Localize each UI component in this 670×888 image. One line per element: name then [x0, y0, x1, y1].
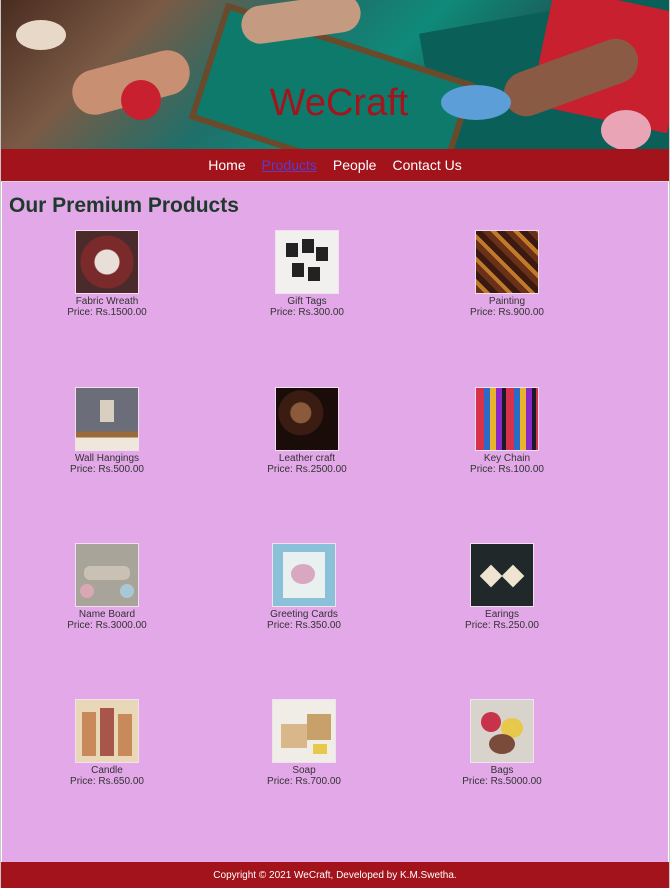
- product-price: Price: Rs.100.00: [470, 464, 544, 475]
- nav-home-link[interactable]: Home: [208, 157, 245, 173]
- leather-craft-image[interactable]: [275, 387, 339, 451]
- nav-products-link[interactable]: Products: [262, 157, 317, 173]
- soap-image[interactable]: [272, 699, 336, 763]
- product-card: Soap Price: Rs.700.00: [244, 699, 364, 787]
- product-card: Name Board Price: Rs.3000.00: [47, 543, 167, 631]
- products-section: Our Premium Products Fabric Wreath Price…: [2, 182, 668, 862]
- nav-contact-link[interactable]: Contact Us: [392, 157, 461, 173]
- product-card: Gift Tags Price: Rs.300.00: [247, 230, 367, 318]
- product-card: Candle Price: Rs.650.00: [47, 699, 167, 787]
- product-price: Price: Rs.900.00: [470, 307, 544, 318]
- nav-people-link[interactable]: People: [333, 157, 377, 173]
- product-price: Price: Rs.5000.00: [462, 776, 542, 787]
- product-price: Price: Rs.650.00: [70, 776, 144, 787]
- product-name: Soap: [292, 765, 316, 776]
- product-card: Key Chain Price: Rs.100.00: [447, 387, 567, 475]
- product-card: Leather craft Price: Rs.2500.00: [247, 387, 367, 475]
- product-name: Bags: [490, 765, 514, 776]
- product-price: Price: Rs.3000.00: [67, 620, 147, 631]
- product-name: Name Board: [78, 609, 136, 620]
- banner-paper-piece: [16, 20, 66, 50]
- earings-image[interactable]: [470, 543, 534, 607]
- bags-image[interactable]: [470, 699, 534, 763]
- product-name: Gift Tags: [287, 296, 327, 307]
- product-price: Price: Rs.700.00: [267, 776, 341, 787]
- product-card: Wall Hangings Price: Rs.500.00: [47, 387, 167, 475]
- product-card: Bags Price: Rs.5000.00: [442, 699, 562, 787]
- gift-tags-image[interactable]: [275, 230, 339, 294]
- product-price: Price: Rs.1500.00: [67, 307, 147, 318]
- site-title: WeCraft: [269, 82, 409, 124]
- product-name: Painting: [488, 296, 526, 307]
- product-name: Earings: [485, 609, 519, 620]
- candle-image[interactable]: [75, 699, 139, 763]
- main-nav: Home Products People Contact Us: [1, 149, 669, 182]
- product-name: Wall Hangings: [74, 453, 140, 464]
- product-card: Greeting Cards Price: Rs.350.00: [244, 543, 364, 631]
- wall-hangings-image[interactable]: [75, 387, 139, 451]
- product-name: Leather craft: [278, 453, 336, 464]
- product-price: Price: Rs.2500.00: [267, 464, 347, 475]
- product-price: Price: Rs.350.00: [267, 620, 341, 631]
- page-heading: Our Premium Products: [9, 194, 239, 217]
- footer-copyright: Copyright © 2021 WeCraft, Developed by K…: [213, 869, 457, 881]
- product-card: Painting Price: Rs.900.00: [447, 230, 567, 318]
- header-banner: [1, 0, 669, 149]
- key-chain-image[interactable]: [475, 387, 539, 451]
- page-footer: Copyright © 2021 WeCraft, Developed by K…: [1, 862, 669, 888]
- product-price: Price: Rs.300.00: [270, 307, 344, 318]
- greeting-cards-image[interactable]: [272, 543, 336, 607]
- product-name: Key Chain: [483, 453, 531, 464]
- product-card: Earings Price: Rs.250.00: [442, 543, 562, 631]
- fabric-wreath-image[interactable]: [75, 230, 139, 294]
- product-name: Fabric Wreath: [75, 296, 139, 307]
- product-price: Price: Rs.250.00: [465, 620, 539, 631]
- product-name: Greeting Cards: [270, 609, 338, 620]
- product-card: Fabric Wreath Price: Rs.1500.00: [47, 230, 167, 318]
- painting-image[interactable]: [475, 230, 539, 294]
- name-board-image[interactable]: [75, 543, 139, 607]
- product-name: Candle: [91, 765, 123, 776]
- product-price: Price: Rs.500.00: [70, 464, 144, 475]
